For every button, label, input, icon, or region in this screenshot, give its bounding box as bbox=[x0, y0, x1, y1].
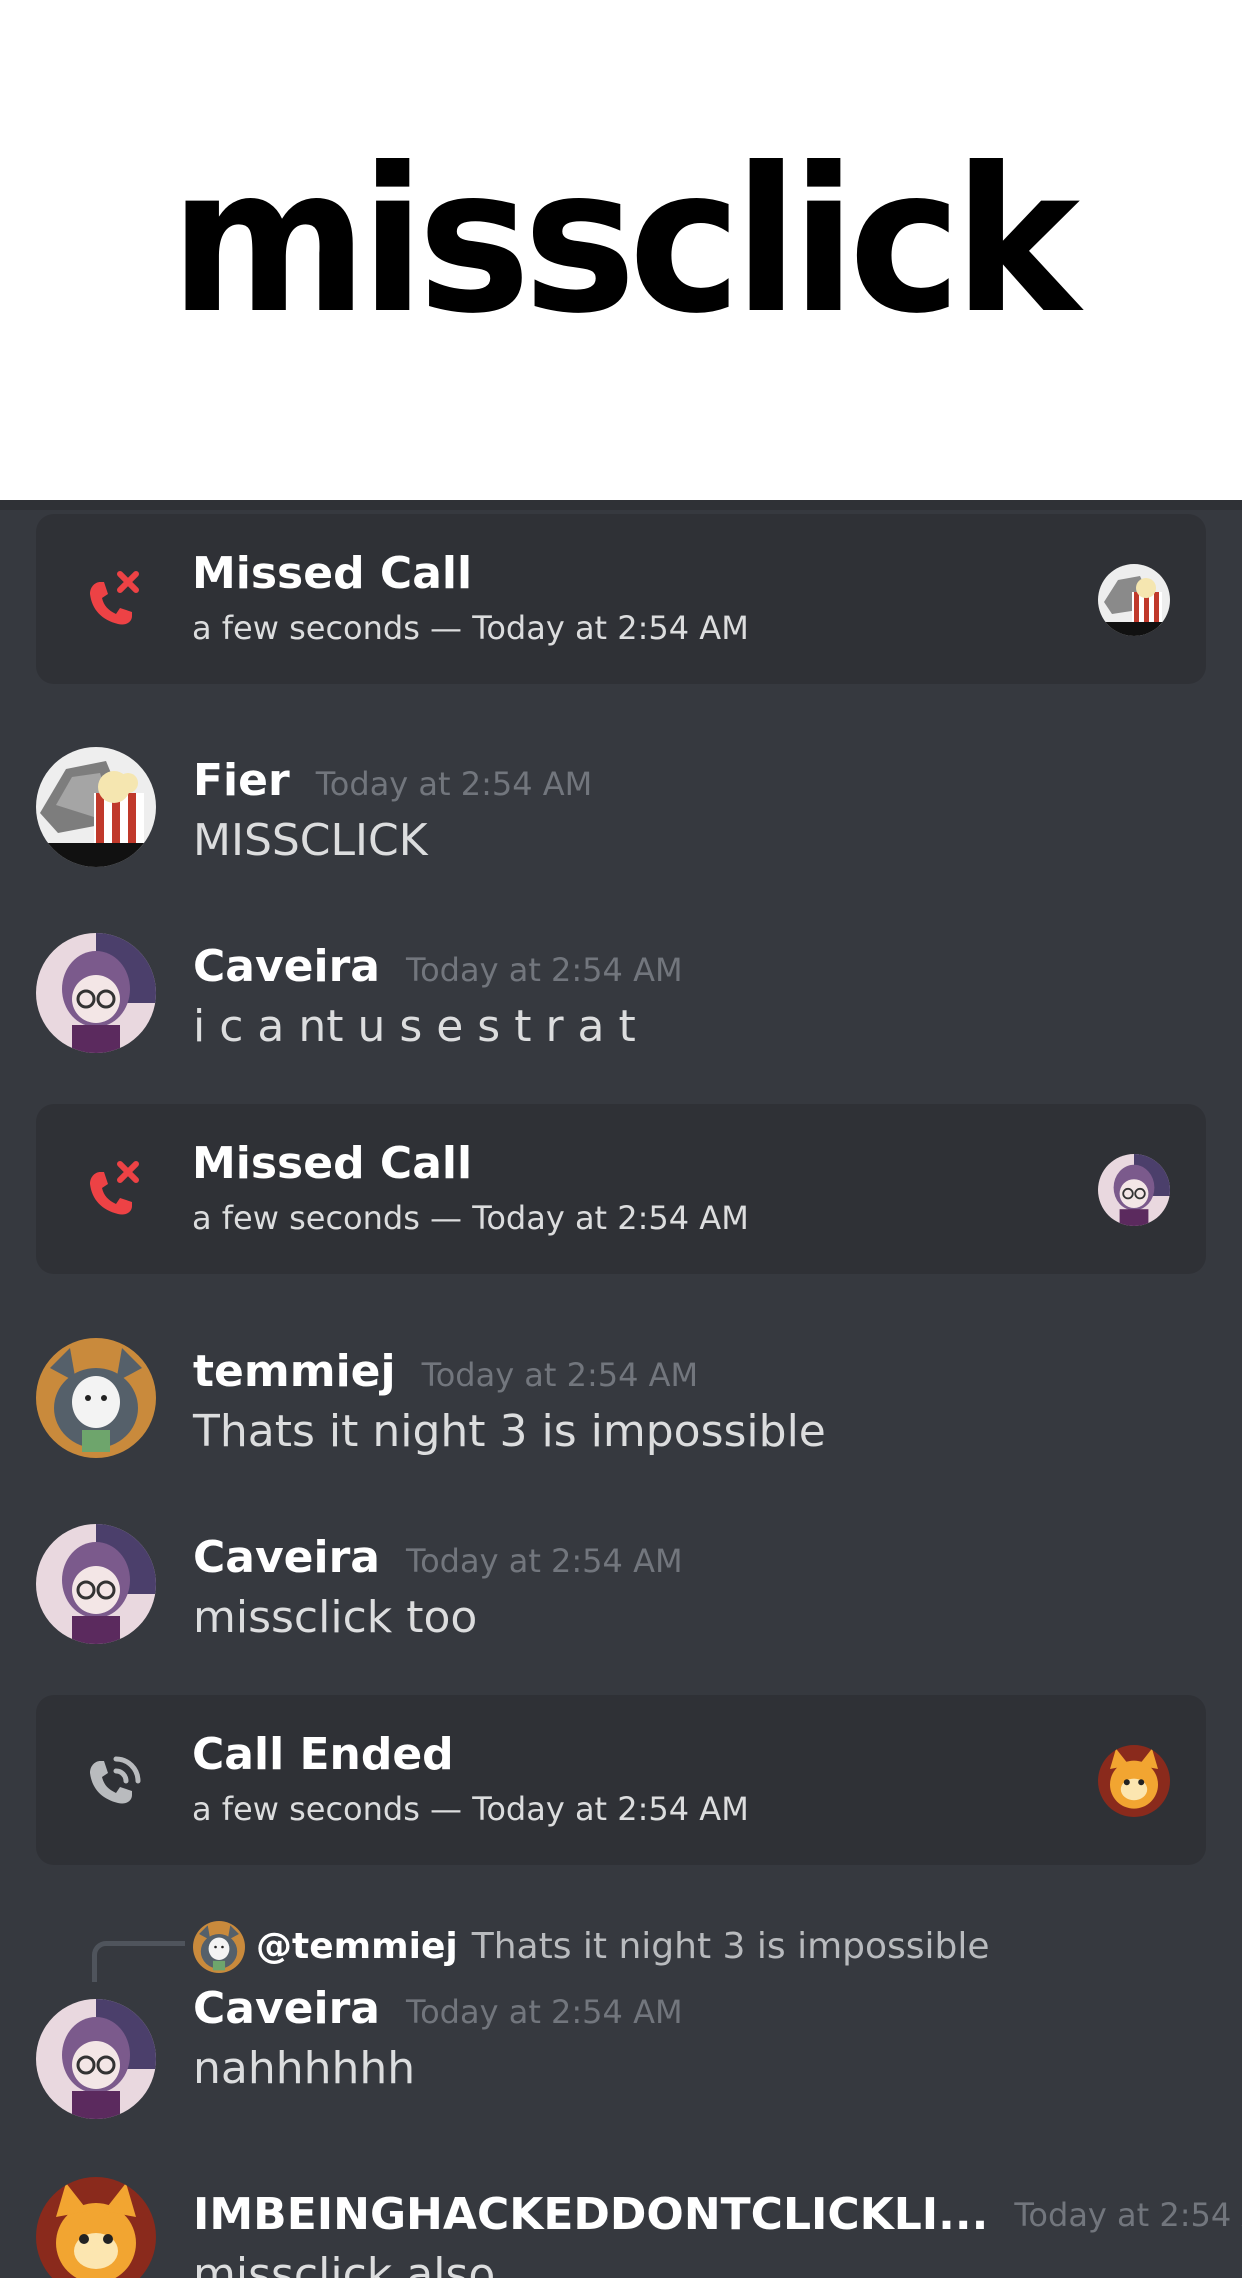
message-timestamp: Today at 2:54 AM bbox=[1014, 2196, 1242, 2234]
message-text: missclick too bbox=[193, 1592, 478, 1643]
missed-call-icon bbox=[76, 1154, 148, 1226]
message-item: Caveira Today at 2:54 AM missclick too bbox=[0, 1512, 1242, 1662]
message-item: temmiej Today at 2:54 AM Thats it night 3… bbox=[0, 1326, 1242, 1476]
message-timestamp: Today at 2:54 AM bbox=[405, 1542, 683, 1580]
message-username[interactable]: IMBEINGHACKEDDONTCLICKLI... Today at 2:54… bbox=[193, 2189, 1242, 2241]
message-item: @temmiej Thats it night 3 is impossible C… bbox=[0, 1913, 1242, 2133]
call-subtitle: a few seconds — Today at 2:54 AM bbox=[192, 1790, 749, 1828]
purple-hair-avatar[interactable] bbox=[36, 933, 156, 1053]
call-title: Call Ended bbox=[192, 1729, 454, 1780]
message-timestamp: Today at 2:54 AM bbox=[421, 1356, 699, 1394]
call-card-missed[interactable]: Missed Call a few seconds — Today at 2:5… bbox=[36, 514, 1206, 684]
message-username[interactable]: temmiej Today at 2:54 AM bbox=[193, 1346, 698, 1401]
message-username[interactable]: Fier Today at 2:54 AM bbox=[193, 755, 592, 810]
message-username[interactable]: Caveira Today at 2:54 AM bbox=[193, 941, 683, 996]
call-subtitle: a few seconds — Today at 2:54 AM bbox=[192, 1199, 749, 1237]
purple-hair-avatar[interactable] bbox=[1098, 1154, 1170, 1226]
purple-hair-avatar[interactable] bbox=[36, 1524, 156, 1644]
call-title: Missed Call bbox=[192, 1138, 473, 1189]
reply-preview[interactable]: @temmiej Thats it night 3 is impossible bbox=[256, 1921, 990, 1973]
message-text: nahhhhhh bbox=[193, 2043, 416, 2094]
message-timestamp: Today at 2:54 AM bbox=[405, 1993, 683, 2031]
message-timestamp: Today at 2:54 AM bbox=[315, 765, 593, 803]
message-text: MISSCLICK bbox=[193, 815, 428, 866]
call-card-missed[interactable]: Missed Call a few seconds — Today at 2:5… bbox=[36, 1104, 1206, 1274]
message-username[interactable]: Caveira Today at 2:54 AM bbox=[193, 1983, 683, 2038]
temmie-avatar[interactable] bbox=[36, 1338, 156, 1458]
missed-call-icon bbox=[76, 564, 148, 636]
reply-username[interactable]: @temmiej bbox=[256, 1926, 458, 1967]
meme-title: missclick bbox=[169, 125, 1080, 358]
message-item: Fier Today at 2:54 AM MISSCLICK bbox=[0, 735, 1242, 885]
message-text: missclick also bbox=[193, 2249, 496, 2278]
message-text: Thats it night 3 is impossible bbox=[193, 1406, 826, 1457]
reply-connector bbox=[92, 1941, 185, 1982]
message-item: IMBEINGHACKEDDONTCLICKLI... Today at 2:54… bbox=[0, 2169, 1242, 2278]
call-card-ended[interactable]: Call Ended a few seconds — Today at 2:54… bbox=[36, 1695, 1206, 1865]
purple-hair-avatar[interactable] bbox=[36, 1999, 156, 2119]
fox-avatar[interactable] bbox=[1098, 1745, 1170, 1817]
rock-popcorn-avatar[interactable] bbox=[1098, 564, 1170, 636]
rock-popcorn-avatar[interactable] bbox=[36, 747, 156, 867]
reply-text: Thats it night 3 is impossible bbox=[471, 1926, 990, 1967]
message-username[interactable]: Caveira Today at 2:54 AM bbox=[193, 1532, 683, 1587]
call-ended-icon bbox=[76, 1745, 148, 1817]
chat-feed: Missed Call a few seconds — Today at 2:5… bbox=[0, 510, 1242, 2278]
call-subtitle: a few seconds — Today at 2:54 AM bbox=[192, 609, 749, 647]
message-text: i c a nt u s e s t r a t bbox=[193, 1001, 636, 1052]
divider bbox=[0, 500, 1242, 510]
temmie-avatar[interactable] bbox=[193, 1921, 245, 1973]
message-timestamp: Today at 2:54 AM bbox=[405, 951, 683, 989]
meme-caption-area: missclick bbox=[0, 0, 1242, 500]
call-title: Missed Call bbox=[192, 548, 473, 599]
message-item: Caveira Today at 2:54 AM i c a nt u s e s… bbox=[0, 921, 1242, 1071]
fox-avatar[interactable] bbox=[36, 2177, 156, 2278]
